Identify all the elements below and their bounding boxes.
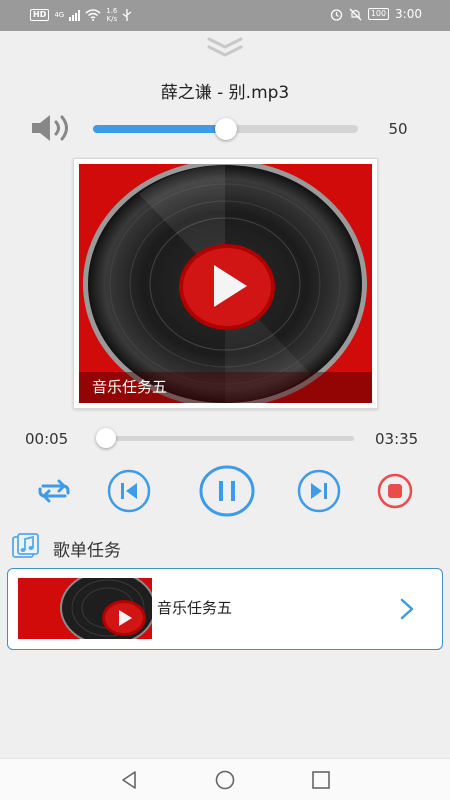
clock: 3:00 (395, 7, 422, 21)
music-note-icon (12, 533, 39, 558)
volume-fill (93, 125, 226, 133)
mute-icon (349, 8, 362, 20)
pause-icon[interactable] (198, 464, 256, 518)
total-time: 03:35 (375, 430, 419, 448)
progress-thumb[interactable] (95, 428, 116, 448)
volume-thumb[interactable] (214, 118, 237, 140)
home-icon[interactable] (214, 769, 236, 791)
speed-value: 1.6 (106, 7, 118, 15)
alarm-icon (330, 8, 342, 21)
speed-unit: K/s (106, 15, 118, 23)
album-art: 音乐任务五 (73, 158, 378, 409)
playlist-item-thumbnail (18, 578, 152, 639)
status-left: HD 4G 1.6 K/s (30, 7, 132, 23)
hd-badge: HD (30, 9, 50, 21)
skip-next-icon[interactable] (297, 469, 341, 513)
speaker-icon[interactable] (30, 113, 74, 143)
skip-previous-icon[interactable] (107, 469, 151, 513)
song-title: 薛之谦 - 别.mp3 (160, 83, 290, 103)
network-speed: 1.6 K/s (106, 7, 117, 23)
playlist-item[interactable]: 音乐任务五 (7, 568, 443, 650)
vinyl-record-icon (83, 164, 367, 403)
back-icon[interactable] (118, 769, 140, 791)
status-right: 100 3:00 (330, 7, 422, 21)
stop-icon[interactable] (377, 473, 413, 509)
recent-apps-icon[interactable] (310, 769, 332, 791)
signal-icon (69, 9, 81, 21)
volume-value: 50 (388, 120, 408, 138)
chevron-right-icon (400, 598, 414, 620)
volume-slider[interactable] (93, 118, 358, 140)
progress-slider[interactable] (95, 428, 354, 448)
chevron-double-down-icon[interactable] (205, 36, 245, 58)
signal-type: 4G (54, 11, 65, 19)
navigation-bar (0, 758, 450, 800)
repeat-icon[interactable] (35, 477, 73, 505)
album-caption: 音乐任务五 (79, 372, 372, 403)
wifi-icon (85, 9, 101, 21)
current-time: 00:05 (25, 430, 69, 448)
playlist-item-label: 音乐任务五 (157, 599, 233, 617)
usb-icon (122, 9, 132, 21)
vinyl-record-icon (60, 578, 152, 639)
album-cover: 音乐任务五 (79, 164, 372, 403)
status-bar: HD 4G 1.6 K/s 100 3:00 (0, 0, 450, 31)
battery-indicator: 100 (367, 8, 390, 20)
playlist-title: 歌单任务 (53, 541, 121, 561)
